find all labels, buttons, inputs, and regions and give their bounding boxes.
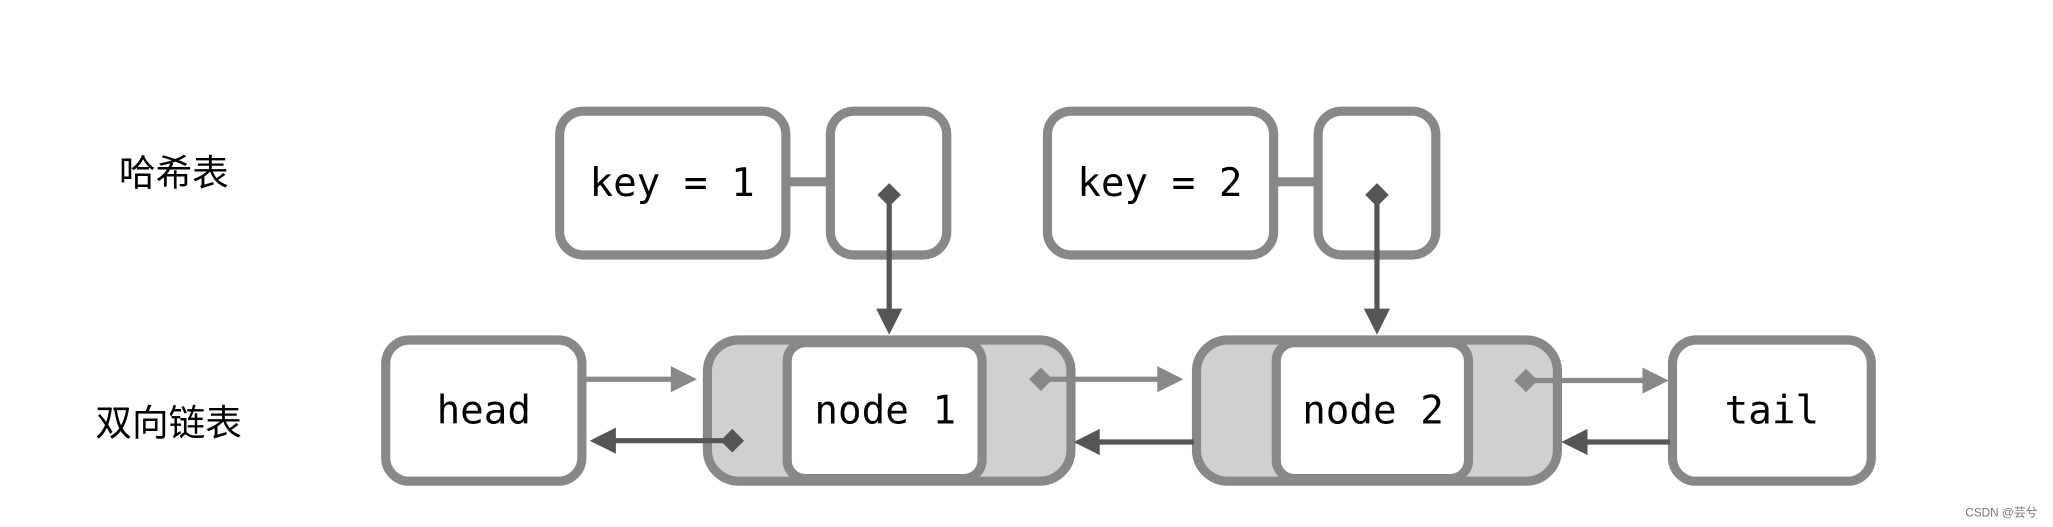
head-label: head: [437, 389, 531, 434]
prev-arrow-node2-to-node1: [1073, 428, 1194, 456]
node-1-label: node 1: [814, 389, 956, 434]
watermark: CSDN @芸兮: [1965, 506, 2037, 520]
tail-label: tail: [1725, 389, 1819, 434]
key-label: key = 1: [589, 161, 754, 206]
key-label: key = 2: [1077, 161, 1242, 206]
head-node: head: [381, 335, 587, 486]
prev-arrow-tail-to-node2: [1561, 428, 1670, 456]
next-arrow-head-to-node1: [585, 366, 697, 393]
node-2: node 2: [1191, 335, 1562, 486]
lru-cache-diagram: 哈希表 双向链表 key = 1 key = 2 head node 1 nod…: [95, 106, 2038, 520]
node-2-label: node 2: [1302, 389, 1444, 434]
linked-list-label: 双向链表: [95, 401, 241, 444]
tail-node: tail: [1667, 335, 1876, 486]
node-1: node 1: [702, 335, 1076, 486]
hash-table-label: 哈希表: [119, 152, 229, 195]
